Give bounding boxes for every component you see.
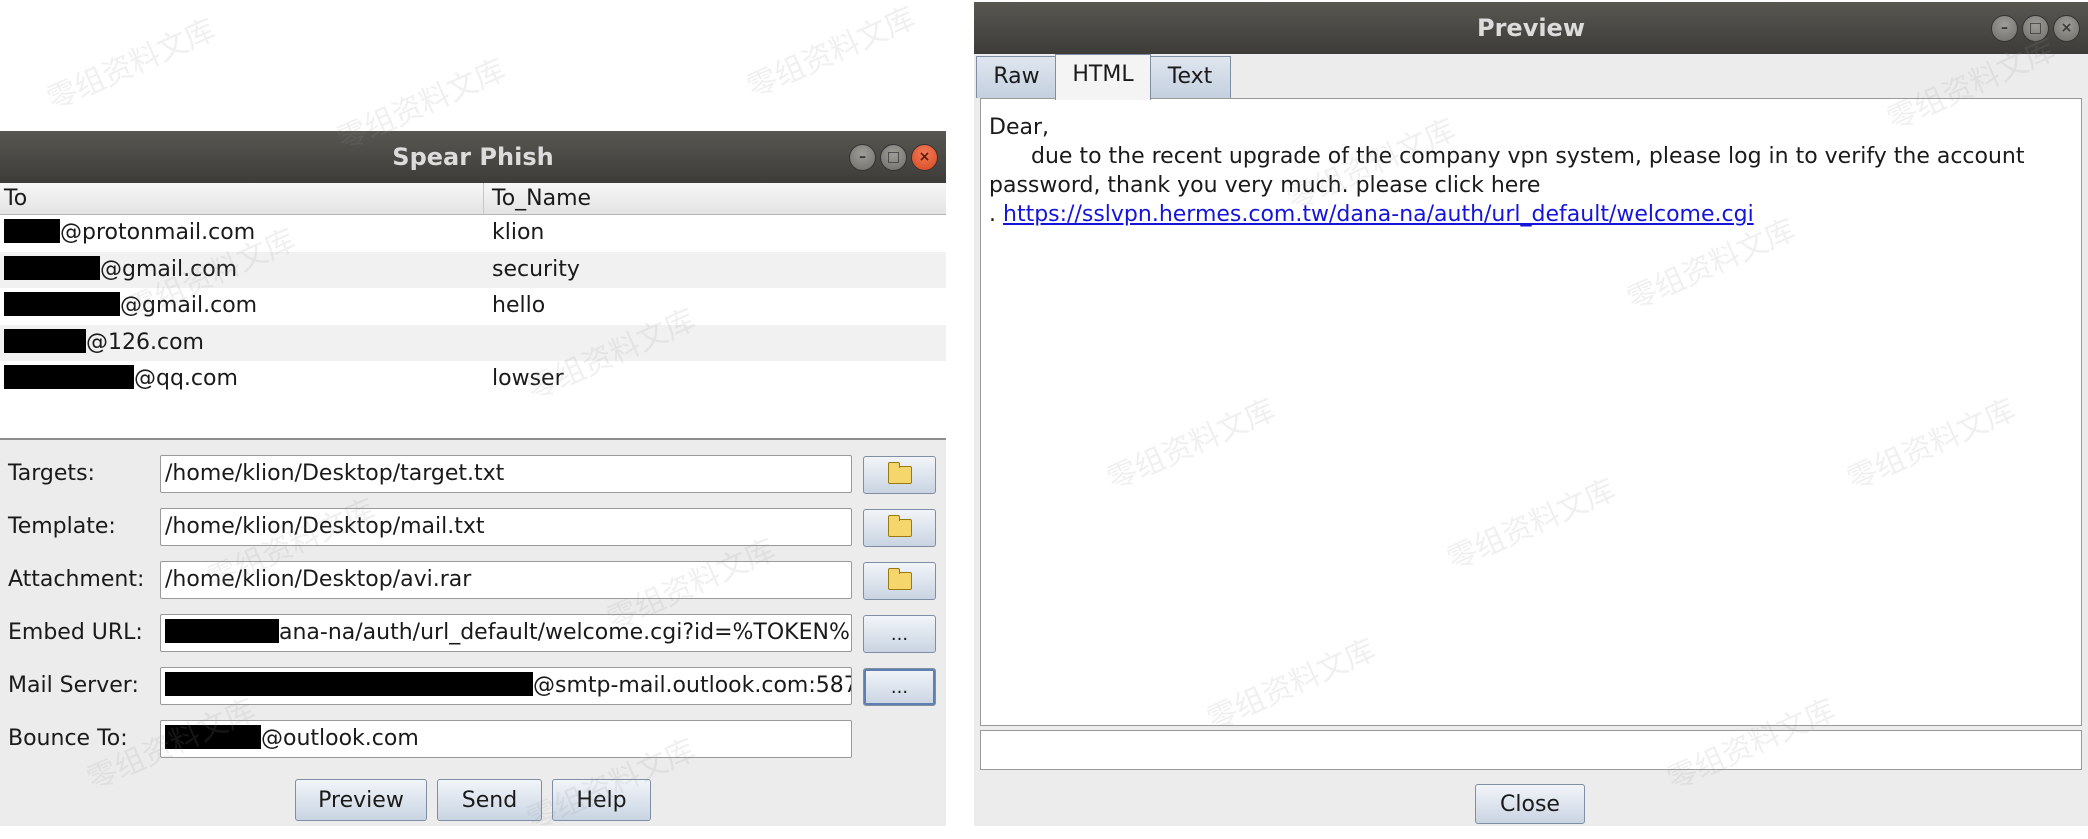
preview-button[interactable]: Preview <box>295 779 427 821</box>
body-line: password, thank you very much. please cl… <box>989 173 1541 198</box>
email-domain: @gmail.com <box>120 293 258 318</box>
tab-text[interactable]: Text <box>1149 56 1231 98</box>
row-name-cell: lowser <box>492 366 564 391</box>
maximize-icon[interactable]: □ <box>2022 14 2049 42</box>
table-header: To To_Name <box>0 183 946 215</box>
row-to-cell: @gmail.com <box>4 288 257 324</box>
mail-server-value: @smtp-mail.outlook.com:587 <box>533 673 852 698</box>
link-line: . https://sslvpn.hermes.com.tw/dana-na/a… <box>989 200 2073 229</box>
preview-titlebar: Preview – □ × <box>974 2 2088 54</box>
mail-server-edit-button[interactable]: ... <box>863 668 936 706</box>
attachment-label: Attachment: <box>8 567 145 592</box>
tab-html[interactable]: HTML <box>1055 54 1151 100</box>
column-header-to-name[interactable]: To_Name <box>484 183 946 215</box>
help-button[interactable]: Help <box>552 779 651 821</box>
watermark: 零组资料文库 <box>42 12 221 118</box>
html-preview-pane[interactable]: Dear, due to the recent upgrade of the c… <box>980 98 2082 726</box>
table-row[interactable]: @qq.com lowser <box>0 361 946 398</box>
maximize-icon[interactable]: □ <box>880 143 907 171</box>
table-row[interactable]: @gmail.com hello <box>0 288 946 325</box>
bounce-to-label: Bounce To: <box>8 726 128 751</box>
targets-input[interactable]: /home/klion/Desktop/target.txt <box>160 455 852 493</box>
link-prefix: . <box>989 202 1003 227</box>
redaction-bar <box>165 725 261 749</box>
email-domain: @gmail.com <box>100 256 238 282</box>
row-name-cell: security <box>492 256 580 282</box>
embed-url-label: Embed URL: <box>8 620 143 645</box>
watermark: 零组资料文库 <box>742 0 921 106</box>
folder-icon <box>887 462 912 484</box>
close-icon[interactable]: × <box>2053 14 2080 42</box>
greeting-text: Dear, <box>989 115 1049 140</box>
row-name-cell: klion <box>492 220 545 245</box>
mail-server-row: Mail Server: @smtp-mail.outlook.com:587 … <box>0 664 946 708</box>
email-domain: @126.com <box>86 329 204 355</box>
redaction-bar <box>4 365 134 389</box>
recipients-table: To To_Name @protonmail.com klion @gmail.… <box>0 183 946 440</box>
table-row[interactable]: @protonmail.com klion <box>0 215 946 252</box>
redaction-bar <box>165 619 279 643</box>
mail-server-label: Mail Server: <box>8 673 139 698</box>
spear-phish-window: Spear Phish – □ × To To_Name @protonmail… <box>0 131 946 826</box>
row-name-cell: hello <box>492 293 546 318</box>
folder-icon <box>887 568 912 590</box>
redaction-bar <box>165 672 533 696</box>
redaction-bar <box>4 292 120 316</box>
targets-row: Targets: /home/klion/Desktop/target.txt <box>0 452 946 496</box>
row-to-cell: @gmail.com <box>4 252 237 288</box>
row-to-cell: @126.com <box>4 325 204 361</box>
targets-browse-button[interactable] <box>863 456 936 494</box>
row-to-cell: @protonmail.com <box>4 215 255 251</box>
window-title: Spear Phish <box>392 143 554 171</box>
send-button[interactable]: Send <box>437 779 542 821</box>
targets-label: Targets: <box>8 461 95 486</box>
table-row[interactable]: @126.com <box>0 324 946 361</box>
bounce-to-row: Bounce To: @outlook.com <box>0 717 946 761</box>
folder-icon <box>887 515 912 537</box>
embed-url-value: ana-na/auth/url_default/welcome.cgi?id=%… <box>279 620 850 645</box>
body-line: due to the recent upgrade of the company… <box>1031 144 2025 169</box>
email-domain: @qq.com <box>134 366 238 391</box>
template-row: Template: /home/klion/Desktop/mail.txt <box>0 505 946 549</box>
window-title: Preview <box>1476 14 1586 42</box>
minimize-icon[interactable]: – <box>1991 14 2018 42</box>
embed-url-input[interactable]: ana-na/auth/url_default/welcome.cgi?id=%… <box>160 614 852 652</box>
tab-raw[interactable]: Raw <box>976 56 1057 98</box>
embed-url-edit-button[interactable]: ... <box>863 615 936 653</box>
template-browse-button[interactable] <box>863 509 936 547</box>
spear-phish-titlebar: Spear Phish – □ × <box>0 131 946 183</box>
preview-window: Preview – □ × Raw HTML Text Dear, due to… <box>974 2 2088 826</box>
mail-server-input[interactable]: @smtp-mail.outlook.com:587 <box>160 667 852 705</box>
preview-status-field <box>980 730 2082 770</box>
bounce-to-value: @outlook.com <box>261 726 419 751</box>
template-label: Template: <box>8 514 116 539</box>
attachment-input[interactable]: /home/klion/Desktop/avi.rar <box>160 561 852 599</box>
close-icon[interactable]: × <box>911 143 938 171</box>
attachment-browse-button[interactable] <box>863 562 936 600</box>
phishing-link[interactable]: https://sslvpn.hermes.com.tw/dana-na/aut… <box>1003 202 1754 227</box>
minimize-icon[interactable]: – <box>849 143 876 171</box>
column-header-to[interactable]: To <box>0 183 484 215</box>
table-row[interactable]: @gmail.com security <box>0 251 946 288</box>
row-to-cell: @qq.com <box>4 361 238 397</box>
attachment-row: Attachment: /home/klion/Desktop/avi.rar <box>0 558 946 602</box>
redaction-bar <box>4 328 86 353</box>
redaction-bar <box>4 255 100 280</box>
preview-tabs: Raw HTML Text <box>974 54 2088 100</box>
redaction-bar <box>4 219 60 243</box>
bounce-to-input[interactable]: @outlook.com <box>160 720 852 758</box>
close-button[interactable]: Close <box>1475 784 1585 824</box>
template-input[interactable]: /home/klion/Desktop/mail.txt <box>160 508 852 546</box>
email-domain: @protonmail.com <box>60 220 256 245</box>
embed-url-row: Embed URL: ana-na/auth/url_default/welco… <box>0 611 946 655</box>
